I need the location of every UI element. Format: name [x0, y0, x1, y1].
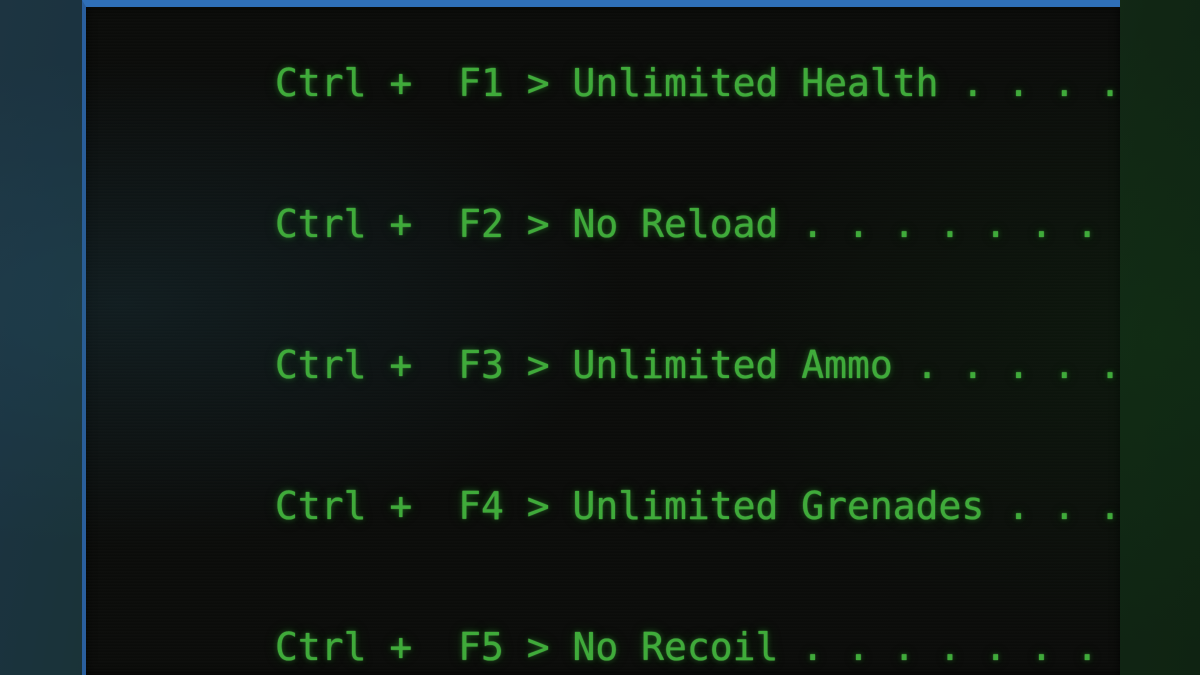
- cheat-hotkey: F3: [435, 343, 504, 387]
- cheat-dot-leader: [778, 625, 801, 669]
- cheat-name: Unlimited Health: [572, 61, 939, 105]
- cheat-dots: . . . . .: [1007, 484, 1120, 528]
- cheat-dots: . . . . . . . . . . . . .: [801, 202, 1099, 246]
- cheat-row[interactable]: Ctrl + F4 > Unlimited Grenades . . . . .…: [92, 436, 1120, 577]
- cheat-dots: . . . . . . . . .: [915, 343, 1120, 387]
- cheat-modifier-label: Ctrl +: [275, 343, 436, 387]
- cheat-arrow-icon: >: [503, 484, 573, 528]
- trainer-console-window: Ctrl + F1 > Unlimited Health . . . . . .…: [82, 0, 1120, 675]
- cheat-name: Unlimited Ammo: [572, 343, 893, 387]
- cheat-dot-leader: [778, 202, 801, 246]
- console-output: Ctrl + F1 > Unlimited Health . . . . . .…: [86, 7, 1120, 675]
- cheat-row[interactable]: Ctrl + F1 > Unlimited Health . . . . . .…: [92, 13, 1120, 154]
- cheat-row[interactable]: Ctrl + F3 > Unlimited Ammo . . . . . . .…: [92, 295, 1120, 436]
- cheat-row[interactable]: Ctrl + F2 > No Reload . . . . . . . . . …: [92, 154, 1120, 295]
- cheat-arrow-icon: >: [503, 202, 573, 246]
- cheat-dot-leader: [893, 343, 916, 387]
- cheat-modifier-label: Ctrl +: [275, 484, 436, 528]
- cheat-arrow-icon: >: [503, 61, 573, 105]
- cheat-arrow-icon: >: [503, 343, 573, 387]
- cheat-name: Unlimited Grenades: [572, 484, 985, 528]
- cheat-dot-leader: [984, 484, 1007, 528]
- cheat-hotkey: F1: [435, 61, 504, 105]
- cheat-modifier-label: Ctrl +: [275, 625, 436, 669]
- cheat-hotkey: F2: [435, 202, 504, 246]
- cheat-name: No Reload: [572, 202, 779, 246]
- cheat-arrow-icon: >: [503, 625, 573, 669]
- cheat-hotkey: F5: [435, 625, 504, 669]
- cheat-dots: . . . . . . .: [961, 61, 1120, 105]
- desktop-background: Ctrl + F1 > Unlimited Health . . . . . .…: [0, 0, 1200, 675]
- cheat-modifier-label: Ctrl +: [275, 202, 436, 246]
- cheat-hotkey: F4: [435, 484, 504, 528]
- cheat-dot-leader: [939, 61, 962, 105]
- cheat-row[interactable]: Ctrl + F5 > No Recoil . . . . . . . . . …: [92, 577, 1120, 675]
- cheat-dots: . . . . . . . . . . . . .: [801, 625, 1099, 669]
- cheat-modifier-label: Ctrl +: [275, 61, 436, 105]
- cheat-name: No Recoil: [572, 625, 779, 669]
